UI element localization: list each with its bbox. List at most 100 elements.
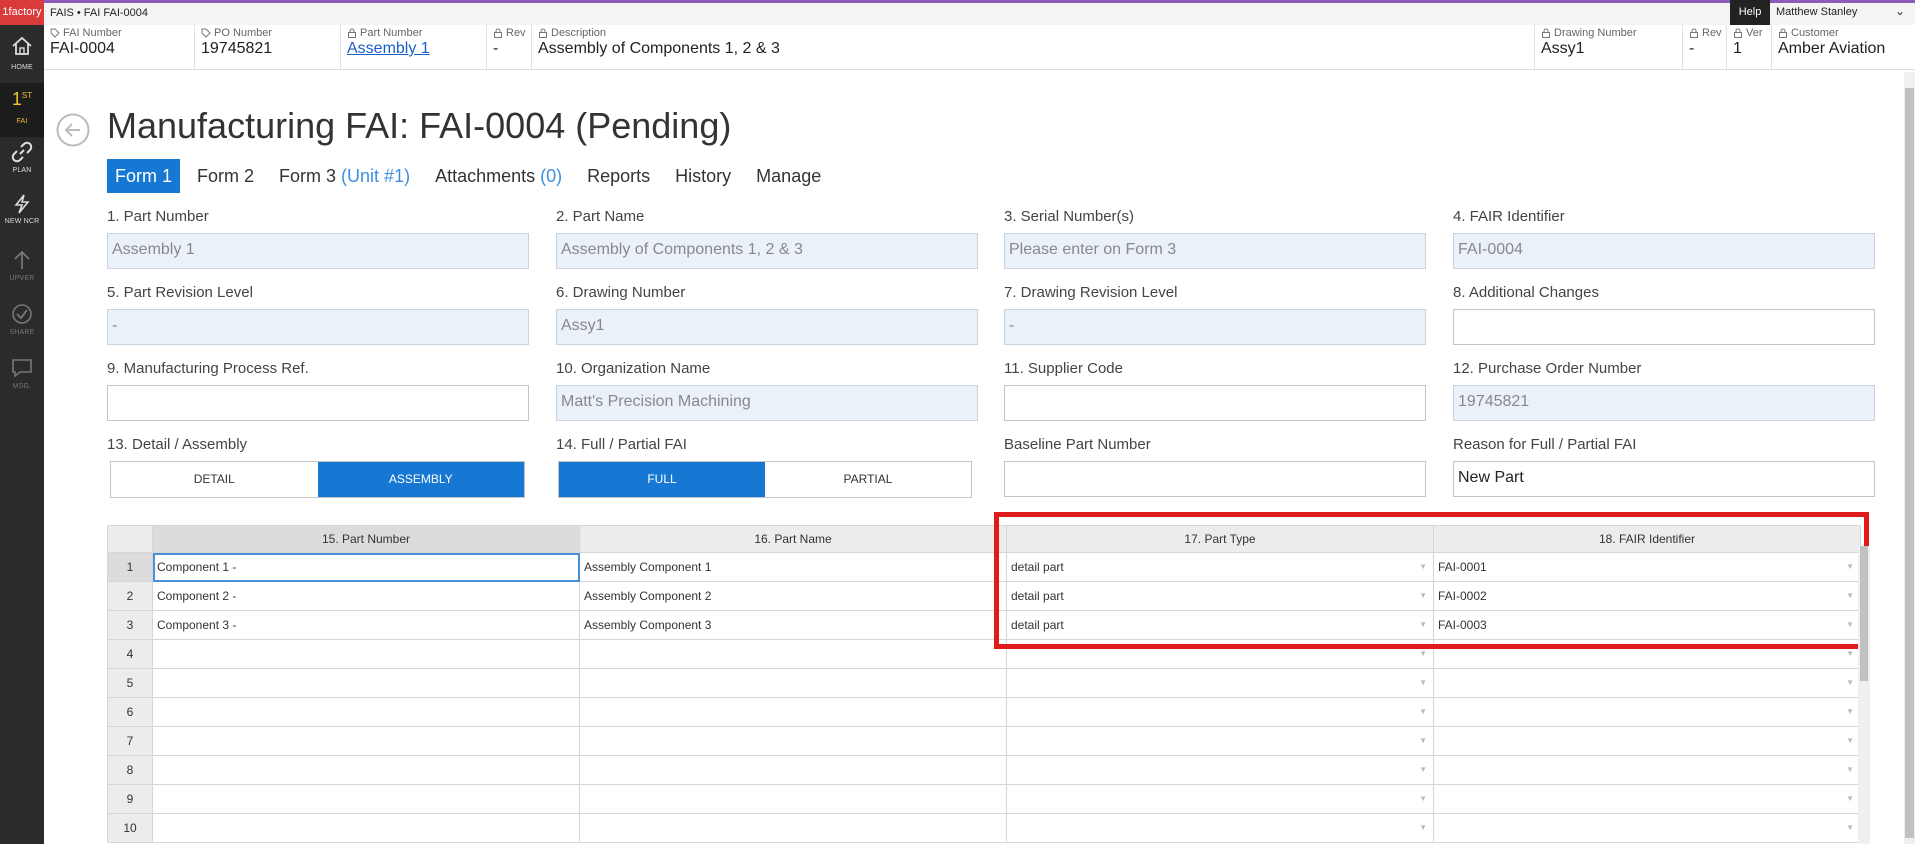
dropdown-arrow-icon[interactable]: ▼ [1419,765,1427,774]
dropdown-arrow-icon[interactable]: ▼ [1846,794,1854,803]
part-type-cell[interactable]: ▼ [1006,697,1434,727]
supplier-code-input[interactable] [1004,385,1426,421]
tab-form-2[interactable]: Form 2 [189,159,262,193]
grid-scrollbar[interactable] [1858,546,1870,844]
dropdown-arrow-icon[interactable]: ▼ [1846,765,1854,774]
back-arrow-icon[interactable] [56,113,90,147]
tab-manage[interactable]: Manage [748,159,829,193]
dropdown-arrow-icon[interactable]: ▼ [1419,649,1427,658]
tab-history[interactable]: History [667,159,739,193]
part-type-cell[interactable]: ▼ [1006,784,1434,814]
part-number-cell[interactable]: Component 1 - [152,552,580,582]
dropdown-arrow-icon[interactable]: ▼ [1846,707,1854,716]
tab-form-1[interactable]: Form 1 [107,159,181,193]
dropdown-arrow-icon[interactable]: ▼ [1846,678,1854,687]
fair-identifier-cell[interactable]: ▼ [1433,755,1861,785]
sidebar-item-home[interactable]: HOME [0,29,44,83]
part-name-cell[interactable] [579,755,1007,785]
assembly-option[interactable]: ASSEMBLY [317,462,524,497]
row-number[interactable]: 7 [107,726,153,756]
part-number-cell[interactable] [152,668,580,698]
part-type-cell[interactable]: ▼ [1006,668,1434,698]
part-number-cell[interactable] [152,697,580,727]
dropdown-arrow-icon[interactable]: ▼ [1846,736,1854,745]
grid-scrollbar-thumb[interactable] [1860,546,1868,681]
part-number-cell[interactable]: Component 3 - [152,610,580,640]
header-info-strip: FAI Number FAI-0004 PO Number 19745821 P… [44,25,1915,70]
row-number[interactable]: 4 [107,639,153,669]
partial-option[interactable]: PARTIAL [765,462,971,497]
part-name-cell[interactable] [579,726,1007,756]
dropdown-arrow-icon[interactable]: ▼ [1419,794,1427,803]
top-bar: 1factory FAIS • FAI FAI-0004 Help Matthe… [0,0,1915,25]
chevron-down-icon[interactable]: ⌄ [1895,4,1905,18]
detail-option[interactable]: DETAIL [111,462,318,497]
part-number-cell[interactable] [152,784,580,814]
part-number-cell[interactable] [152,755,580,785]
sidebar-item-upver[interactable]: UPVER [0,245,44,299]
part-name-cell[interactable] [579,668,1007,698]
mfg-process-input[interactable] [107,385,529,421]
row-number[interactable]: 9 [107,784,153,814]
dropdown-arrow-icon[interactable]: ▼ [1846,649,1854,658]
part-name-cell[interactable]: Assembly Component 1 [579,552,1007,582]
fair-identifier-cell[interactable]: ▼ [1433,697,1861,727]
part-number-cell[interactable] [152,726,580,756]
first-fai-icon: 1ST [11,89,33,109]
part-name-cell[interactable] [579,697,1007,727]
additional-changes-input[interactable] [1453,309,1875,345]
part-number-cell[interactable] [152,639,580,669]
user-menu[interactable]: Matthew Stanley [1776,6,1857,18]
part-name-cell[interactable] [579,813,1007,843]
help-button[interactable]: Help [1730,0,1770,25]
column-header-part-name[interactable]: 16. Part Name [579,525,1007,553]
part-name-cell[interactable]: Assembly Component 2 [579,581,1007,611]
page-scrollbar[interactable] [1904,72,1915,844]
lightning-icon [14,194,30,214]
part-type-cell[interactable]: ▼ [1006,726,1434,756]
part-type-cell[interactable]: ▼ [1006,755,1434,785]
part-name-cell[interactable]: Assembly Component 3 [579,610,1007,640]
app-logo[interactable]: 1factory [0,0,44,25]
row-number[interactable]: 5 [107,668,153,698]
part-number-cell[interactable] [152,813,580,843]
part-number-cell[interactable]: Component 2 - [152,581,580,611]
full-option[interactable]: FULL [559,462,765,497]
dropdown-arrow-icon[interactable]: ▼ [1419,678,1427,687]
sidebar-item-new-ncr[interactable]: NEW NCR [0,191,44,245]
lock-icon [1690,28,1698,38]
part-name-cell[interactable] [579,639,1007,669]
reason-input[interactable]: New Part [1453,461,1875,497]
dropdown-arrow-icon[interactable]: ▼ [1419,736,1427,745]
tab-form-3[interactable]: Form 3 (Unit #1) [271,159,418,193]
dropdown-arrow-icon[interactable]: ▼ [1846,823,1854,832]
part-number-link[interactable]: Assembly 1 [347,40,486,58]
row-number[interactable]: 2 [107,581,153,611]
part-type-cell[interactable]: ▼ [1006,813,1434,843]
fair-identifier-cell[interactable]: ▼ [1433,668,1861,698]
sidebar-item-fai[interactable]: 1ST FAI [0,83,44,137]
row-number[interactable]: 8 [107,755,153,785]
table-row: 8 ▼ ▼ [107,755,1861,785]
sidebar-item-share[interactable]: SHARE [0,299,44,353]
row-number[interactable]: 6 [107,697,153,727]
page-scrollbar-thumb[interactable] [1905,88,1914,838]
field-label-baseline-part: Baseline Part Number [1004,436,1151,453]
tab-attachments[interactable]: Attachments (0) [427,159,570,193]
fair-identifier-cell[interactable]: ▼ [1433,784,1861,814]
tab-reports[interactable]: Reports [579,159,658,193]
fair-identifier-cell[interactable]: ▼ [1433,726,1861,756]
row-number[interactable]: 1 [107,552,153,582]
table-row: 5 ▼ ▼ [107,668,1861,698]
sidebar-item-msg[interactable]: MSG. [0,353,44,407]
row-number[interactable]: 3 [107,610,153,640]
sidebar-item-plan[interactable]: PLAN [0,137,44,191]
dropdown-arrow-icon[interactable]: ▼ [1419,823,1427,832]
header-drawing-rev: Rev - [1683,25,1727,70]
part-name-cell[interactable] [579,784,1007,814]
fair-identifier-cell[interactable]: ▼ [1433,813,1861,843]
baseline-part-input[interactable] [1004,461,1426,497]
dropdown-arrow-icon[interactable]: ▼ [1419,707,1427,716]
column-header-part-number[interactable]: 15. Part Number [152,525,580,553]
row-number[interactable]: 10 [107,813,153,843]
